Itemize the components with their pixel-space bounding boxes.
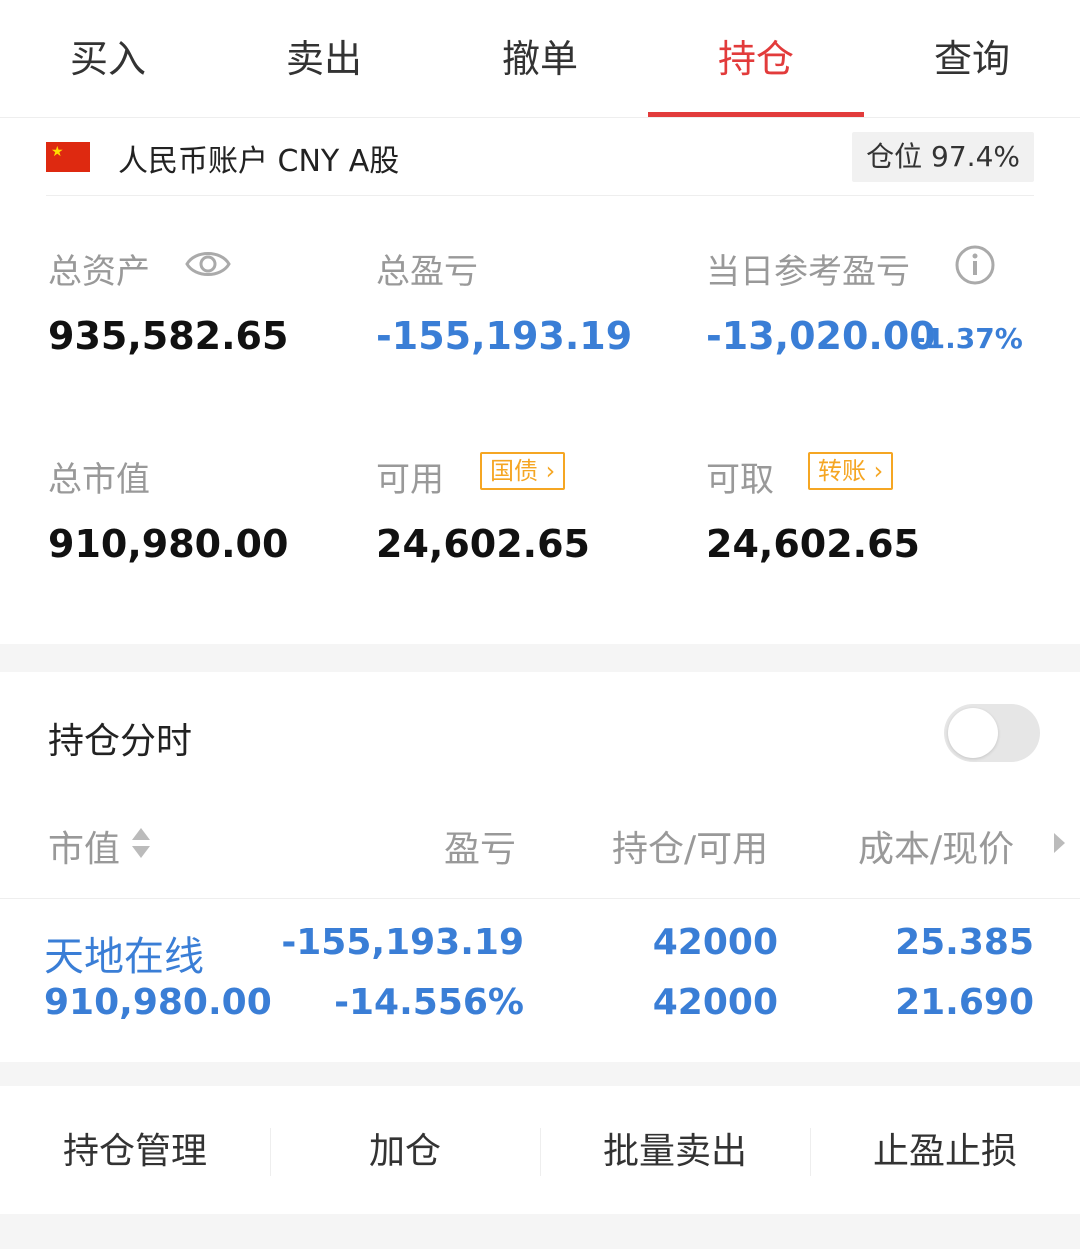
daily-pnl-percent: -1.37% (914, 322, 1023, 355)
treasury-bond-badge[interactable]: 国债 › (480, 452, 566, 490)
tab-sell[interactable]: 卖出 (216, 0, 432, 118)
total-assets-value: 935,582.65 (48, 314, 289, 358)
chevron-right-icon: › (538, 457, 556, 485)
tab-query[interactable]: 查询 (864, 0, 1080, 118)
stock-current-price: 21.690 (895, 982, 1034, 1023)
batch-sell-button[interactable]: 批量卖出 (540, 1108, 810, 1196)
eye-icon[interactable] (184, 246, 232, 282)
bottom-spacer (0, 1214, 1080, 1249)
withdrawable-label: 可取 (706, 460, 774, 500)
add-position-button[interactable]: 加仓 (270, 1108, 540, 1196)
transfer-badge-label: 转账 (818, 457, 866, 485)
header-position-available: 持仓/可用 (612, 829, 769, 870)
daily-pnl-label: 当日参考盈亏 (706, 252, 910, 292)
manage-holdings-button[interactable]: 持仓管理 (0, 1108, 270, 1196)
position-ratio-badge: 仓位 97.4% (852, 132, 1034, 182)
top-tab-bar: 买入 卖出 撤单 持仓 查询 (0, 0, 1080, 118)
chevron-right-icon: › (866, 457, 884, 485)
section-divider (0, 644, 1080, 672)
market-value-value: 910,980.00 (48, 522, 289, 566)
header-market-value[interactable]: 市值 (48, 820, 120, 872)
stock-position: 42000 (652, 922, 778, 963)
header-pnl: 盈亏 (444, 829, 517, 870)
sort-icon[interactable] (130, 826, 152, 860)
holding-time-toggle[interactable] (944, 704, 1040, 762)
market-value-label: 总市值 (48, 460, 150, 500)
stock-pnl-percent: -14.556% (334, 982, 524, 1023)
stock-available: 42000 (652, 982, 778, 1023)
china-flag-icon: ★ (46, 142, 90, 172)
scroll-right-icon[interactable] (1050, 830, 1068, 856)
stock-name: 天地在线 (44, 934, 204, 980)
toggle-knob (948, 708, 998, 758)
account-name: 人民币账户 CNY A股 (118, 144, 400, 179)
tab-buy[interactable]: 买入 (0, 0, 216, 118)
transfer-badge[interactable]: 转账 › (808, 452, 894, 490)
stop-profit-loss-button[interactable]: 止盈止损 (810, 1108, 1080, 1196)
stock-pnl: -155,193.19 (281, 922, 524, 963)
info-icon[interactable] (954, 244, 996, 286)
stock-market-value: 910,980.00 (44, 982, 272, 1023)
tab-cancel-order[interactable]: 撤单 (432, 0, 648, 118)
active-tab-indicator (648, 112, 864, 117)
account-row: ★ 人民币账户 CNY A股 仓位 97.4% (46, 120, 1034, 196)
holding-time-label: 持仓分时 (48, 721, 193, 762)
available-value: 24,602.65 (376, 522, 590, 566)
daily-pnl-value: -13,020.00 (706, 314, 936, 358)
total-pnl-label: 总盈亏 (376, 252, 478, 292)
stock-cost: 25.385 (895, 922, 1034, 963)
treasury-bond-badge-label: 国债 (490, 457, 538, 485)
total-assets-label: 总资产 (48, 252, 150, 292)
total-pnl-value: -155,193.19 (376, 314, 633, 358)
tab-holdings[interactable]: 持仓 (648, 0, 864, 118)
section-divider (0, 1062, 1080, 1086)
action-bar: 持仓管理 加仓 批量卖出 止盈止损 (0, 1108, 1080, 1196)
available-label: 可用 (376, 460, 444, 500)
header-cost-price: 成本/现价 (858, 829, 1015, 870)
withdrawable-value: 24,602.65 (706, 522, 920, 566)
table-separator (0, 898, 1080, 899)
